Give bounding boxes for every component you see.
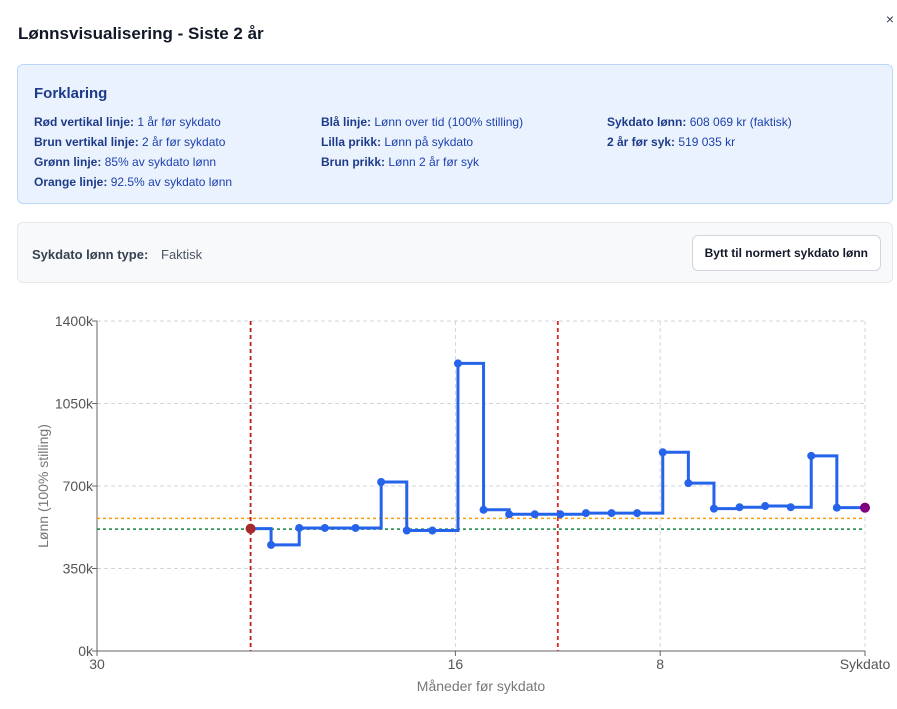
salary-data-point — [633, 509, 642, 518]
legend-column-3: Sykdato lønn: 608 069 kr (faktisk) 2 år … — [607, 115, 792, 155]
x-tick-label: Sykdato — [840, 656, 891, 672]
legend-panel: Forklaring Rød vertikal linje: 1 år før … — [17, 64, 893, 204]
salary-data-point — [786, 503, 795, 512]
legend-value: 519 035 kr — [678, 135, 736, 149]
salary-data-point — [581, 509, 590, 518]
x-tick-label: 8 — [656, 656, 664, 672]
legend-item-sick-date-salary: Sykdato lønn: 608 069 kr (faktisk) — [607, 115, 792, 135]
legend-value: 85% av sykdato lønn — [104, 155, 217, 169]
purple-point-marker — [860, 502, 870, 513]
legend-column-1: Rød vertikal linje: 1 år før sykdato Bru… — [34, 115, 232, 195]
legend-item-orange-line: Orange linje: 92.5% av sykdato lønn — [34, 175, 232, 195]
y-tick-label: 1050k — [55, 396, 94, 412]
salary-data-point — [505, 510, 514, 519]
legend-value: Lønn 2 år før syk — [388, 155, 480, 169]
legend-item-red-line: Rød vertikal linje: 1 år før sykdato — [34, 115, 232, 135]
legend-key: Grønn linje: — [34, 155, 102, 169]
x-tick-label: 16 — [448, 656, 464, 672]
legend-key: Brun prikk: — [321, 155, 386, 169]
modal-title: Lønnsvisualisering - Siste 2 år — [18, 24, 264, 43]
salary-data-point — [556, 510, 565, 519]
legend-key: Lilla prikk: — [321, 135, 382, 149]
y-tick-label: 1400k — [55, 313, 94, 329]
switch-salary-type-button[interactable]: Bytt til normert sykdato lønn — [691, 235, 881, 271]
legend-key: 2 år før syk: — [607, 135, 676, 149]
salary-data-point — [402, 526, 411, 535]
salary-data-point — [453, 359, 462, 368]
legend-key: Blå linje: — [321, 115, 372, 129]
legend-key: Rød vertikal linje: — [34, 115, 135, 129]
salary-data-point — [807, 451, 816, 460]
legend-title: Forklaring — [34, 85, 108, 102]
y-axis-label: Lønn (100% stilling) — [35, 424, 51, 548]
legend-item-green-line: Grønn linje: 85% av sykdato lønn — [34, 155, 232, 175]
brown-point-marker — [245, 523, 256, 534]
close-icon[interactable]: × — [883, 12, 897, 26]
salary-data-point — [761, 502, 770, 511]
salary-data-point — [428, 526, 437, 535]
legend-column-2: Blå linje: Lønn over tid (100% stilling)… — [321, 115, 523, 175]
legend-value: 92.5% av sykdato lønn — [110, 175, 233, 189]
salary-data-point — [479, 505, 488, 514]
salary-type-label: Sykdato lønn type: — [32, 247, 149, 262]
salary-data-point — [709, 504, 718, 513]
salary-type-panel: Sykdato lønn type: Faktisk Bytt til norm… — [17, 222, 893, 283]
legend-item-blue-line: Blå linje: Lønn over tid (100% stilling) — [321, 115, 523, 135]
salary-data-point — [530, 510, 539, 519]
legend-key: Sykdato lønn: — [607, 115, 687, 129]
salary-data-point — [267, 540, 276, 549]
salary-chart: 0k350k700k1050k1400k30 16 8 SykdatoMåneder … — [35, 313, 891, 694]
y-tick-label: 350k — [63, 561, 94, 577]
salary-data-point — [607, 509, 616, 518]
legend-item-purple-dot: Lilla prikk: Lønn på sykdato — [321, 135, 523, 155]
x-axis-label: Måneder før sykdato — [417, 678, 546, 694]
legend-key: Orange linje: — [34, 175, 108, 189]
salary-data-point — [295, 523, 304, 532]
legend-key: Brun vertikal linje: — [34, 135, 139, 149]
salary-data-point — [320, 523, 329, 532]
x-tick-label: 30 — [89, 656, 105, 672]
salary-data-point — [832, 503, 841, 512]
salary-type-value: Faktisk — [161, 247, 203, 262]
salary-data-point — [684, 479, 693, 488]
legend-item-brown-dot: Brun prikk: Lønn 2 år før syk — [321, 155, 523, 175]
salary-data-point — [377, 477, 386, 486]
salary-data-point — [658, 448, 667, 457]
legend-value: 1 år før sykdato — [137, 115, 221, 129]
legend-value: 2 år før sykdato — [142, 135, 226, 149]
legend-value: 608 069 kr (faktisk) — [689, 115, 792, 129]
legend-item-brown-line: Brun vertikal linje: 2 år før sykdato — [34, 135, 232, 155]
salary-data-point — [351, 523, 360, 532]
salary-data-point — [735, 503, 744, 512]
y-tick-label: 700k — [63, 478, 94, 494]
legend-value: Lønn på sykdato — [384, 135, 474, 149]
legend-item-two-years-before: 2 år før syk: 519 035 kr — [607, 135, 792, 155]
legend-value: Lønn over tid (100% stilling) — [374, 115, 524, 129]
